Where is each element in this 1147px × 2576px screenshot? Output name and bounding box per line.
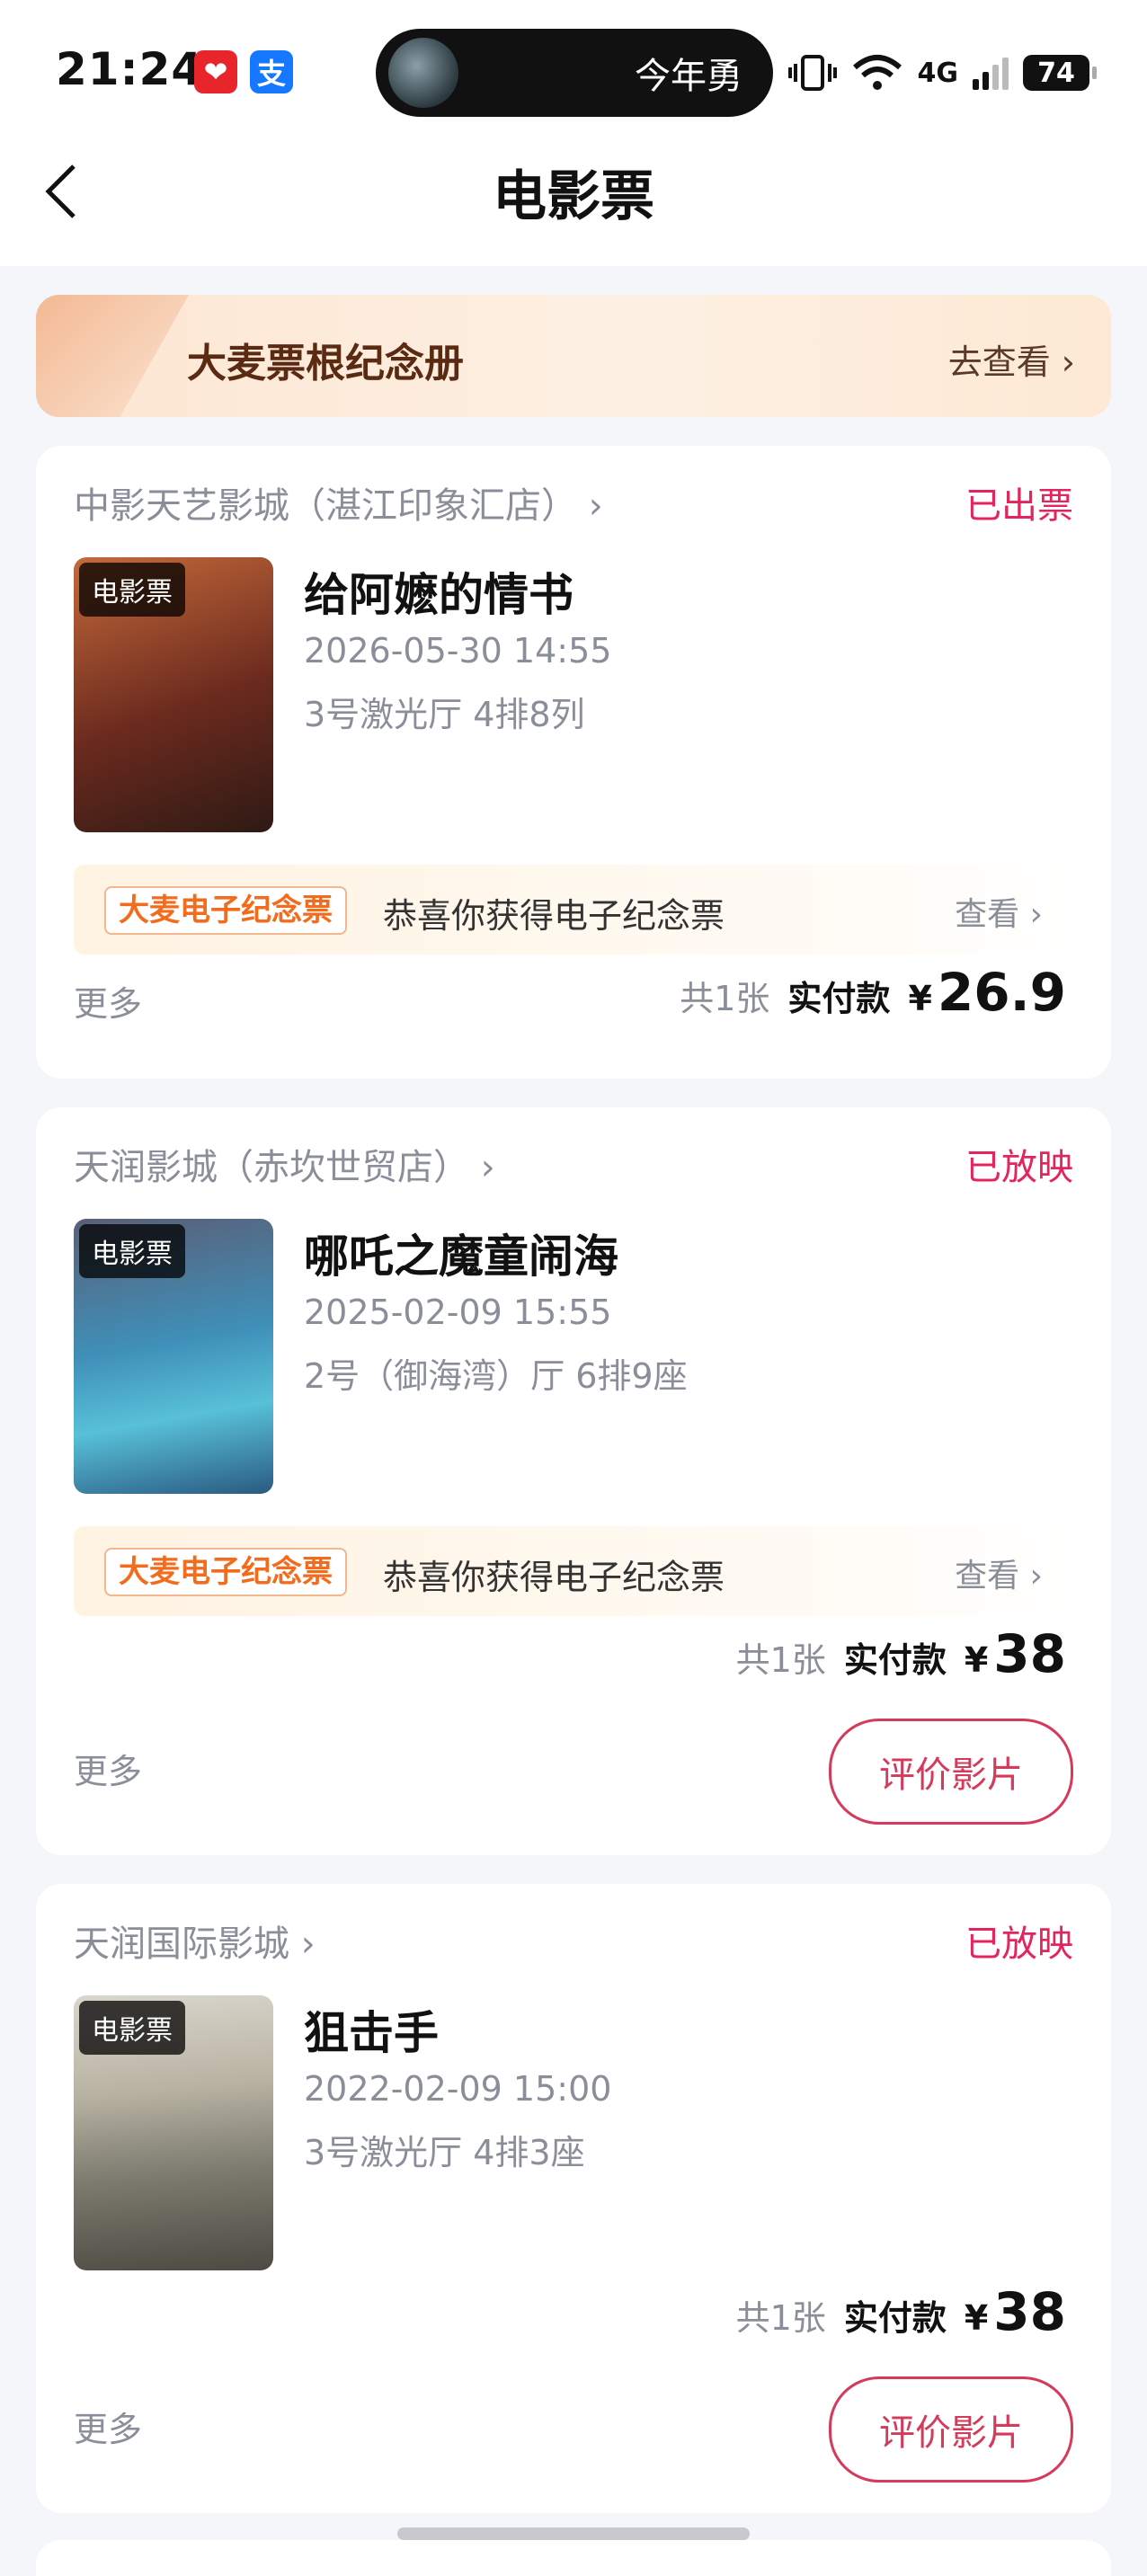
cinema-name-link[interactable]: 天润影城（赤坎世贸店） › [74, 1138, 495, 1190]
more-button[interactable]: 更多 [74, 976, 142, 1026]
top-area: 21:24 ❤ 支 今年勇 4G 74 电影票 [0, 0, 1147, 266]
more-button[interactable]: 更多 [74, 2402, 142, 2451]
poster-tag: 电影票 [79, 1224, 185, 1278]
home-indicator[interactable] [397, 2527, 750, 2540]
currency-symbol: ¥ [964, 1640, 989, 1680]
rate-movie-button[interactable]: 评价影片 [829, 2376, 1073, 2483]
ticket-count: 共1张 [735, 1640, 826, 1680]
order-status: 已出票 [965, 485, 1073, 527]
paid-label: 实付款 [843, 2298, 947, 2338]
banner-view-link[interactable]: 去查看 › [948, 334, 1075, 384]
movie-title[interactable]: 给阿嬷的情书 [304, 559, 574, 624]
more-button[interactable]: 更多 [74, 1744, 142, 1793]
movie-poster[interactable]: 电影票 [74, 1995, 273, 2270]
vibrate-icon [787, 55, 837, 91]
order-card[interactable]: 天润国际影城 › 已放映 电影票 狙击手 2022-02-09 15:00 3号… [36, 1884, 1111, 2513]
status-time: 21:24 [56, 43, 204, 95]
cinema-name-link[interactable]: 中影天艺影城（湛江印象汇店） › [74, 476, 603, 529]
battery-icon: 74 [1023, 55, 1097, 91]
souvenir-badge: 大麦电子纪念票 [104, 886, 347, 935]
alipay-icon: 支 [250, 50, 293, 93]
movie-title[interactable]: 哪吒之魔童闹海 [304, 1221, 618, 1285]
hall-seat: 3号激光厅 4排3座 [304, 2133, 585, 2172]
dynamic-island[interactable]: 今年勇 [376, 29, 773, 117]
souvenir-text: 恭喜你获得电子纪念票 [383, 1558, 725, 1597]
showtime: 2026-05-30 14:55 [304, 631, 612, 671]
paid-amount: 38 [993, 1623, 1066, 1684]
showtime: 2022-02-09 15:00 [304, 2069, 612, 2109]
poster-tag: 电影票 [79, 563, 185, 617]
next-order-card [36, 2540, 1111, 2576]
showtime: 2025-02-09 15:55 [304, 1292, 612, 1332]
order-total: 共1张 实付款 ¥ 26.9 [680, 962, 1066, 1023]
order-total: 共1张 实付款 ¥ 38 [736, 1623, 1066, 1684]
cinema-name-link[interactable]: 天润国际影城 › [74, 1914, 316, 1967]
order-card[interactable]: 天润影城（赤坎世贸店） › 已放映 电影票 哪吒之魔童闹海 2025-02-09… [36, 1107, 1111, 1855]
souvenir-album-banner[interactable]: 大麦票根纪念册 去查看 › [36, 295, 1111, 417]
paid-amount: 26.9 [937, 962, 1066, 1023]
page-title: 电影票 [493, 165, 654, 228]
movie-poster[interactable]: 电影票 [74, 1219, 273, 1494]
souvenir-ticket-row[interactable]: 大麦电子纪念票 恭喜你获得电子纪念票 查看 › [74, 865, 1073, 955]
rate-movie-button[interactable]: 评价影片 [829, 1719, 1073, 1825]
paid-label: 实付款 [843, 1640, 947, 1680]
order-status: 已放映 [965, 1147, 1073, 1188]
souvenir-badge: 大麦电子纪念票 [104, 1548, 347, 1596]
currency-symbol: ¥ [908, 979, 932, 1018]
wifi-icon [852, 55, 902, 90]
hall-seat: 3号激光厅 4排8列 [304, 695, 585, 734]
order-card[interactable]: 中影天艺影城（湛江印象汇店） › 已出票 电影票 给阿嬷的情书 2026-05-… [36, 446, 1111, 1079]
island-song-title: 今年勇 [635, 56, 742, 97]
souvenir-text: 恭喜你获得电子纪念票 [383, 896, 725, 936]
ticket-count: 共1张 [680, 979, 770, 1018]
movie-title[interactable]: 狙击手 [304, 1997, 439, 2062]
souvenir-view-link[interactable]: 查看 › [955, 888, 1043, 935]
movie-poster[interactable]: 电影票 [74, 557, 273, 832]
status-indicators: 4G 74 [787, 50, 1097, 95]
app-notification-icon: ❤ [194, 50, 237, 93]
battery-level: 74 [1037, 57, 1075, 89]
island-album-art [388, 38, 458, 108]
souvenir-ticket-row[interactable]: 大麦电子纪念票 恭喜你获得电子纪念票 查看 › [74, 1526, 1073, 1616]
banner-title: 大麦票根纪念册 [187, 341, 464, 386]
hall-seat: 2号（御海湾）厅 6排9座 [304, 1356, 688, 1396]
order-total: 共1张 实付款 ¥ 38 [736, 2281, 1066, 2342]
paid-label: 实付款 [787, 979, 891, 1018]
signal-icon [973, 56, 1009, 90]
souvenir-view-link[interactable]: 查看 › [955, 1550, 1043, 1596]
poster-tag: 电影票 [79, 2001, 185, 2055]
paid-amount: 38 [993, 2281, 1066, 2342]
currency-symbol: ¥ [964, 2298, 989, 2338]
order-status: 已放映 [965, 1923, 1073, 1965]
leaf-decoration-icon [36, 295, 189, 417]
ticket-count: 共1张 [735, 2298, 826, 2338]
network-type: 4G [917, 57, 959, 89]
